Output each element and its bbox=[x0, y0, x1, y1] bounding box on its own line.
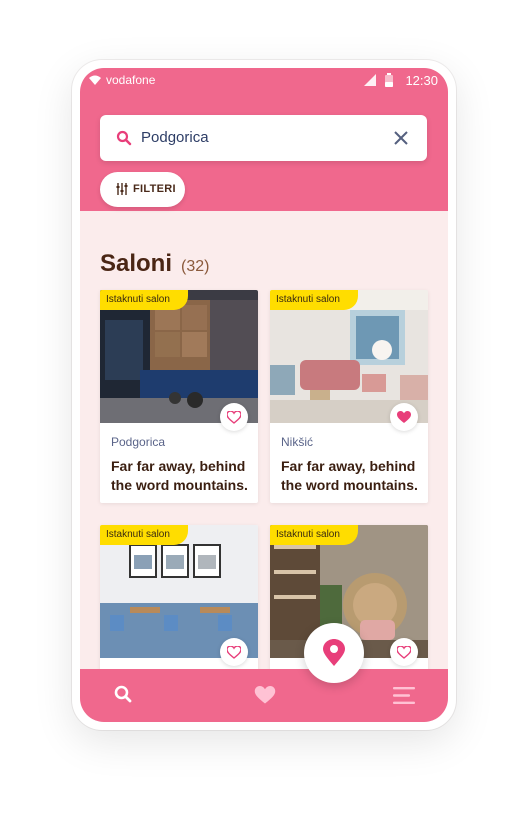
favorite-button[interactable] bbox=[390, 403, 418, 431]
search-field[interactable]: Podgorica bbox=[100, 115, 427, 161]
phone-frame: vodafone 12:30 Podgorica FILTERI Saloni … bbox=[72, 60, 456, 730]
header: vodafone 12:30 Podgorica FILTERI bbox=[80, 68, 448, 211]
salon-card[interactable]: Istaknuti salon Podgorica Far far away, … bbox=[100, 290, 258, 503]
featured-badge: Istaknuti salon bbox=[270, 290, 358, 310]
heart-outline-icon bbox=[397, 646, 411, 659]
wifi-icon bbox=[89, 75, 101, 85]
carrier-name: vodafone bbox=[106, 73, 156, 87]
heart-outline-icon bbox=[227, 411, 241, 424]
filter-button[interactable]: FILTERI bbox=[100, 172, 185, 207]
close-icon[interactable] bbox=[393, 130, 409, 146]
sliders-icon bbox=[116, 183, 128, 195]
featured-badge: Istaknuti salon bbox=[100, 290, 188, 310]
salon-city: Nikšić bbox=[281, 435, 313, 449]
bottom-navigation bbox=[80, 669, 448, 722]
featured-badge: Istaknuti salon bbox=[270, 525, 358, 545]
salon-card[interactable]: Istaknuti salon Nikšić Far far away, beh… bbox=[270, 290, 428, 503]
filter-label: FILTERI bbox=[133, 183, 176, 195]
signal-icon bbox=[364, 74, 376, 86]
favorite-button[interactable] bbox=[390, 638, 418, 666]
status-time: 12:30 bbox=[405, 73, 438, 88]
salon-city: Podgorica bbox=[111, 435, 166, 449]
heart-outline-icon bbox=[227, 646, 241, 659]
heart-filled-icon bbox=[397, 411, 411, 423]
salon-name: Far far away, behind the word mountains. bbox=[111, 458, 248, 493]
featured-badge: Istaknuti salon bbox=[100, 525, 188, 545]
search-icon bbox=[116, 130, 132, 146]
favorite-button[interactable] bbox=[220, 403, 248, 431]
battery-icon bbox=[385, 73, 393, 87]
search-input[interactable]: Podgorica bbox=[141, 129, 209, 146]
salon-name: Far far away, behind the word mountains. bbox=[281, 458, 418, 493]
menu-icon[interactable] bbox=[393, 686, 415, 705]
status-bar: vodafone 12:30 bbox=[80, 68, 448, 94]
map-button[interactable] bbox=[304, 623, 364, 683]
favorite-button[interactable] bbox=[220, 638, 248, 666]
page-title: Saloni bbox=[100, 250, 173, 277]
search-icon[interactable] bbox=[114, 685, 132, 703]
heart-icon[interactable] bbox=[254, 686, 276, 705]
app-screen: vodafone 12:30 Podgorica FILTERI Saloni … bbox=[80, 68, 448, 722]
map-pin-icon bbox=[323, 639, 345, 666]
results-count: (32) bbox=[181, 258, 210, 275]
